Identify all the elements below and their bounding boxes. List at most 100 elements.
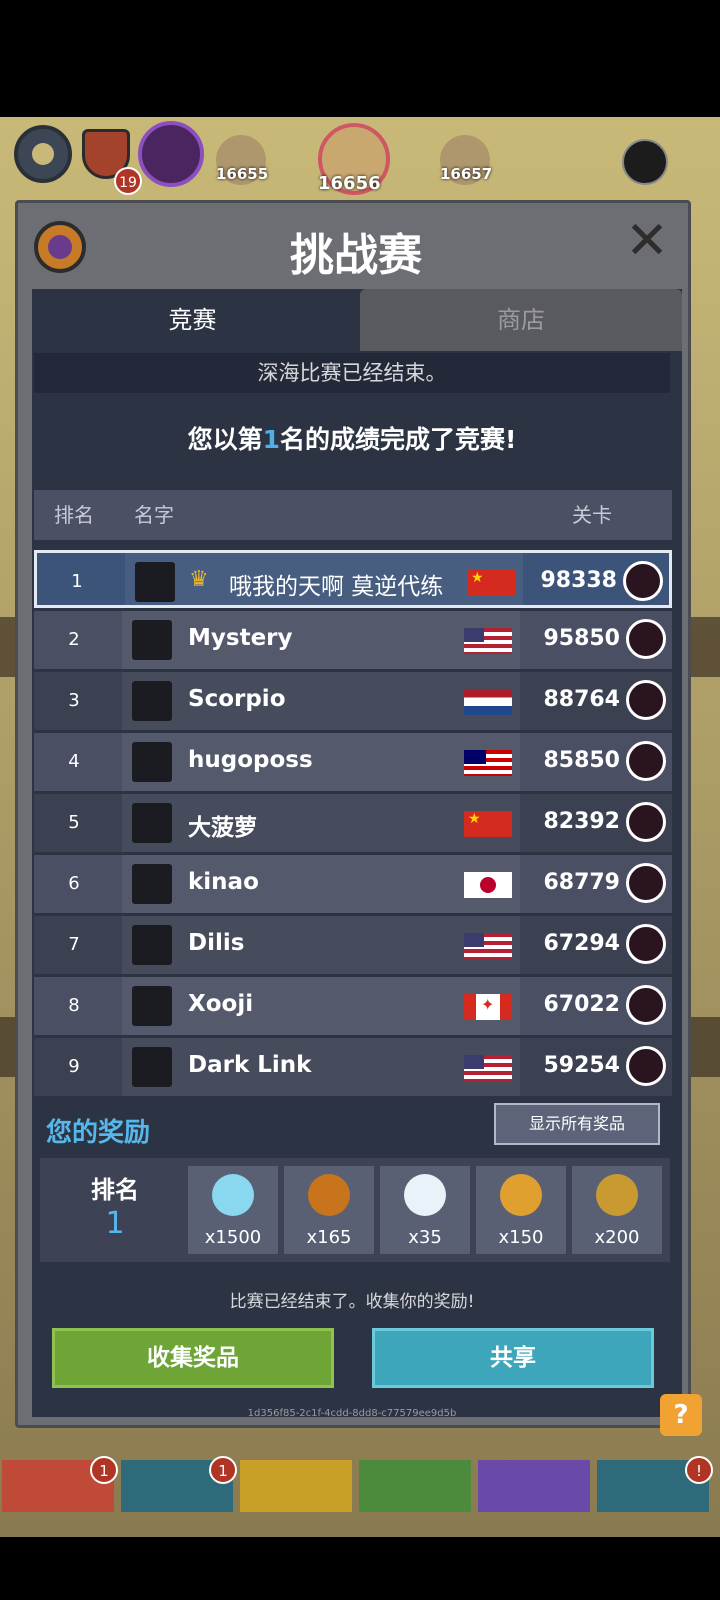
leaderboard-row[interactable]: 3 Scorpio 88764 (34, 672, 672, 730)
name-cell (122, 672, 520, 730)
column-rank: 排名 (54, 503, 94, 527)
gear-icon[interactable] (14, 125, 72, 183)
country-flag-icon (464, 750, 512, 776)
purple-monster-icon (132, 986, 172, 1026)
player-name: Scorpio (188, 686, 286, 712)
leaderboard-row[interactable]: 5 大菠萝 82392 (34, 794, 672, 852)
column-level: 关卡 (572, 503, 612, 527)
player-score: 82392 (543, 809, 620, 834)
leaderboard-row[interactable]: 7 Dilis 67294 (34, 916, 672, 974)
country-flag-icon (464, 1055, 512, 1081)
floor-prev-number: 16655 (216, 165, 269, 183)
portal-icon (132, 1047, 172, 1087)
rewards-title: 您的奖励 (46, 1118, 151, 1148)
demon-mask-icon (132, 742, 172, 782)
row-rank: 5 (68, 812, 80, 833)
floor-current-number: 16656 (318, 173, 381, 194)
player-name: Mystery (188, 625, 293, 651)
pink-monster-icon (132, 925, 172, 965)
diamond-icon (212, 1174, 254, 1216)
bottom-tab-heart-icon[interactable] (478, 1460, 590, 1512)
gold-coin-icon (596, 1174, 638, 1216)
stage-icon (626, 985, 666, 1025)
row-rank: 2 (68, 629, 80, 650)
stage-icon (626, 1046, 666, 1086)
stage-icon (623, 561, 663, 601)
collect-prizes-button[interactable]: 收集奖品 (52, 1328, 334, 1388)
bottom-tab-chest-icon[interactable]: ! (597, 1456, 713, 1512)
leaderboard-row[interactable]: 4 hugoposs 85850 (34, 733, 672, 791)
result-prefix: 您以第 (187, 425, 263, 454)
result-rank: 1 (262, 425, 280, 454)
bottom-nav: 1 1! (0, 1456, 720, 1516)
row-rank: 9 (68, 1056, 80, 1077)
leaderboard-header: 排名 名字 关卡 (34, 490, 672, 540)
crown-icon: ♛ (189, 567, 209, 592)
player-name: Xooji (188, 991, 254, 1017)
share-button[interactable]: 共享 (372, 1328, 654, 1388)
result-message: 您以第1名的成绩完成了竞赛! (34, 420, 670, 456)
fox-icon (132, 864, 172, 904)
country-flag-icon (464, 811, 512, 837)
stage-icon (626, 741, 666, 781)
reward-item: x35 (380, 1166, 470, 1254)
tab-badge: 1 (90, 1456, 118, 1484)
leaderboard-row[interactable]: 1 ♛ 哦我的天啊 莫逆代练 98338 (34, 550, 672, 608)
tab-badge: 1 (209, 1456, 237, 1484)
tab-shop[interactable]: 商店 (360, 289, 682, 351)
competition-ended-notice: 深海比赛已经结束。 (34, 353, 670, 393)
row-rank: 3 (68, 690, 80, 711)
player-score: 68779 (543, 870, 620, 895)
demon-mask-icon[interactable] (622, 139, 668, 185)
bottom-tab-helmet-icon[interactable]: 1 (121, 1456, 237, 1512)
bottom-tab-pet-icon[interactable] (359, 1460, 471, 1512)
player-score: 59254 (543, 1053, 620, 1078)
stage-icon (626, 619, 666, 659)
stage-icon (626, 863, 666, 903)
reward-quantity: x35 (408, 1227, 442, 1248)
player-name: 哦我的天啊 莫逆代练 (229, 574, 444, 600)
country-flag-icon (464, 689, 512, 715)
leaderboard-row[interactable]: 6 kinao 68779 (34, 855, 672, 913)
leaderboard-row[interactable]: 9 Dark Link 59254 (34, 1038, 672, 1096)
sword-icon (135, 562, 175, 602)
name-cell (122, 855, 520, 913)
reward-quantity: x150 (498, 1227, 544, 1248)
row-rank: 1 (71, 571, 83, 592)
sword-boss-icon[interactable] (138, 121, 204, 187)
stage-icon (626, 802, 666, 842)
bottom-tab-armor-icon[interactable] (240, 1460, 352, 1512)
row-rank: 8 (68, 995, 80, 1016)
bottom-tab-sword-icon[interactable]: 1 (2, 1456, 118, 1512)
reward-quantity: x165 (306, 1227, 352, 1248)
player-score: 98338 (540, 568, 617, 593)
reward-rank-label: 排名 (91, 1176, 139, 1204)
show-all-prizes-button[interactable]: 显示所有奖品 (494, 1103, 660, 1145)
leaderboard-row[interactable]: 2 Mystery 95850 (34, 611, 672, 669)
reward-rank-value: 1 (105, 1206, 125, 1241)
reward-item: x1500 (188, 1166, 278, 1254)
reward-quantity: x1500 (204, 1227, 262, 1248)
demon-mask-icon (132, 620, 172, 660)
tab-competition[interactable]: 竞赛 (32, 289, 353, 351)
column-name: 名字 (134, 503, 174, 527)
shield-count-badge: 19 (114, 167, 142, 195)
name-cell (122, 794, 520, 852)
player-name: kinao (188, 869, 259, 895)
fox-token-icon (500, 1174, 542, 1216)
reward-item: x165 (284, 1166, 374, 1254)
result-suffix: 名的成绩完成了竞赛! (280, 425, 517, 454)
name-cell (122, 611, 520, 669)
player-score: 85850 (543, 748, 620, 773)
help-button[interactable]: ? (660, 1394, 702, 1436)
close-icon[interactable]: ✕ (624, 215, 670, 267)
leaderboard-row[interactable]: 8 Xooji 67022 (34, 977, 672, 1035)
floor-next-number: 16657 (440, 165, 493, 183)
row-rank: 6 (68, 873, 80, 894)
scorpion-icon (132, 681, 172, 721)
country-flag-icon (464, 872, 512, 898)
country-flag-icon (467, 570, 515, 596)
reward-item: x150 (476, 1166, 566, 1254)
name-cell (122, 916, 520, 974)
trophy-icon (132, 803, 172, 843)
